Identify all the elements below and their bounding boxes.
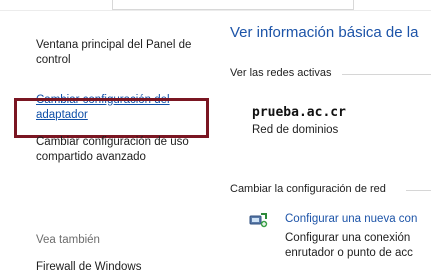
sidebar: Ventana principal del Panel de control C…	[0, 10, 212, 273]
sidebar-link-control-panel-home[interactable]: Ventana principal del Panel de control	[36, 38, 206, 68]
active-networks-label: Ver las redes activas	[230, 67, 332, 79]
address-bar-edge	[112, 0, 354, 10]
description-line-1: Configurar una conexión	[285, 232, 411, 244]
network-type[interactable]: Red de dominios	[252, 124, 338, 136]
description-line-2: enrutador o punto de acc	[285, 247, 413, 259]
main-content: Ver información básica de la Ver las red…	[230, 10, 431, 271]
section-divider	[406, 190, 431, 191]
setup-new-connection-link[interactable]: Configurar una nueva con	[285, 213, 417, 225]
sidebar-link-windows-firewall[interactable]: Firewall de Windows	[36, 260, 206, 275]
setup-new-connection-description: Configurar una conexión enrutador o punt…	[285, 231, 413, 261]
section-divider	[342, 74, 431, 75]
change-settings-label: Cambiar la configuración de red	[230, 183, 386, 195]
network-name: prueba.ac.cr	[252, 105, 346, 120]
page-title: Ver información básica de la	[230, 24, 419, 41]
network-setup-icon[interactable]	[248, 210, 268, 230]
highlight-box	[14, 98, 209, 138]
sidebar-link-advanced-sharing[interactable]: Cambiar configuración de uso compartido …	[36, 135, 206, 165]
see-also-label: Vea también	[36, 234, 100, 246]
